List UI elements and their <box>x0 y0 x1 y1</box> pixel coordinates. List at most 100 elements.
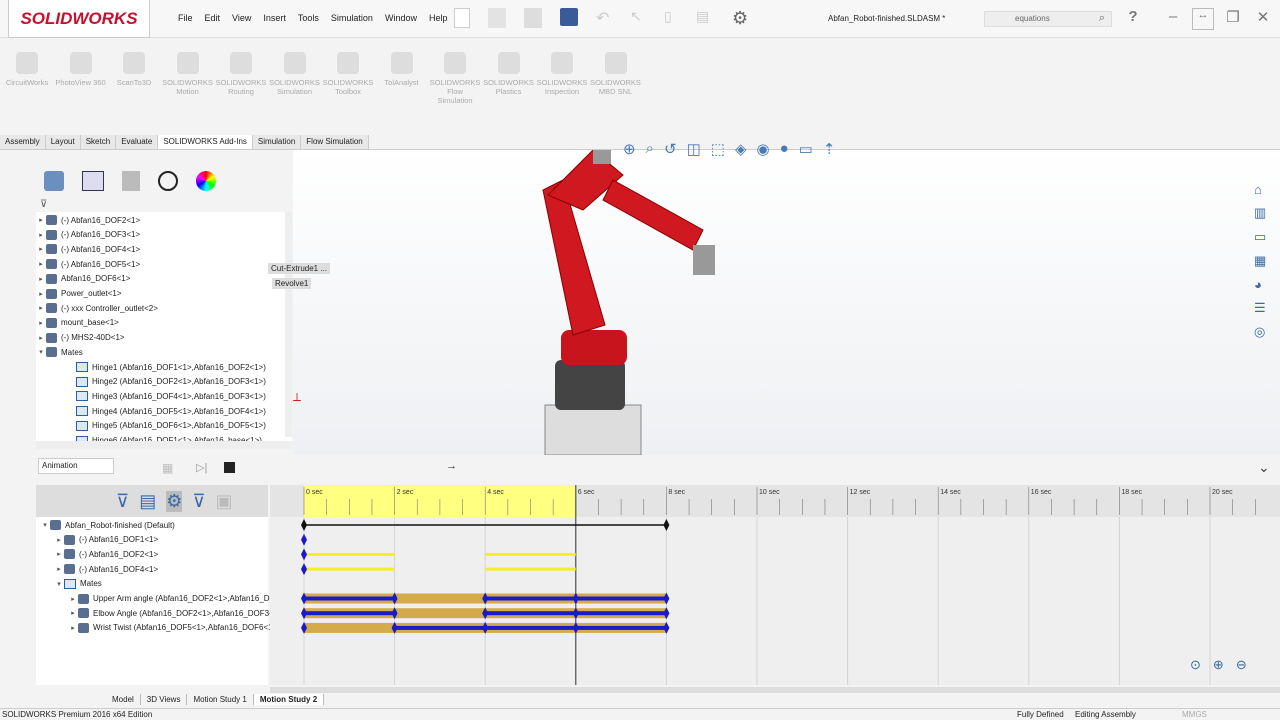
expand-arrow-icon[interactable]: ▸ <box>36 245 46 253</box>
tab-motion-study-2[interactable]: Motion Study 2 <box>253 694 325 705</box>
section-view-icon[interactable]: ◫ <box>687 140 701 158</box>
motion-tree-item[interactable]: ▾ Abfan_Robot-finished (Default) <box>40 518 175 532</box>
rebuild-icon[interactable]: ▯ <box>664 8 678 30</box>
callout-cut-extrude[interactable]: Cut-Extrude1 ... <box>268 263 331 274</box>
collapse-arrow-icon[interactable]: ▾ <box>40 521 50 529</box>
tab-motion-study-1[interactable]: Motion Study 1 <box>187 694 254 705</box>
display-manager-icon[interactable] <box>196 171 216 191</box>
zoom-in-icon[interactable]: ⊕ <box>1213 657 1224 673</box>
timeline[interactable]: 0 sec 2 sec 4 sec 6 sec 8 sec 10 sec 12 sec 14 … <box>270 485 1280 693</box>
scene-icon[interactable]: ▭ <box>799 140 813 158</box>
filter-animated-icon[interactable]: ⊽ <box>116 491 129 512</box>
callout-revolve[interactable]: Revolve1 <box>272 278 312 289</box>
addin-button[interactable]: SOLIDWORKS Simulation <box>269 52 321 96</box>
help-icon[interactable]: ? <box>1122 8 1144 30</box>
file-explorer-icon[interactable]: ▭ <box>1254 229 1276 245</box>
solidworks-logo[interactable]: SOLIDWORKS <box>8 0 150 38</box>
mate-item[interactable]: Hinge1 (Abfan16_DOF1<1>,Abfan16_DOF2<1>) <box>66 360 266 374</box>
tree-item[interactable]: ▸ mount_base<1> <box>36 316 119 330</box>
dimxpert-icon[interactable] <box>158 171 178 191</box>
addin-button[interactable]: SOLIDWORKS Inspection <box>536 52 588 96</box>
play-from-start-button[interactable]: ▷| <box>196 461 207 474</box>
menu-file[interactable]: File <box>172 13 199 23</box>
display-style-icon[interactable]: ◈ <box>735 140 747 158</box>
autokey-icon[interactable]: ▣ <box>216 491 233 512</box>
view-orientation-icon[interactable]: ⬚ <box>711 140 725 158</box>
search-icon[interactable]: ⌕ <box>1099 12 1105 25</box>
mate-item[interactable]: Hinge3 (Abfan16_DOF4<1>,Abfan16_DOF3<1>) <box>66 389 266 403</box>
expand-arrow-icon[interactable]: ▸ <box>36 304 46 312</box>
expand-arrow-icon[interactable]: ▸ <box>36 319 46 327</box>
forum-icon[interactable]: ◎ <box>1254 324 1276 340</box>
search-input[interactable]: equations ⌕ <box>984 11 1112 27</box>
configuration-manager-icon[interactable] <box>122 171 140 191</box>
tab-solidworks-add-ins[interactable]: SOLIDWORKS Add-Ins <box>158 135 253 149</box>
tab-sketch[interactable]: Sketch <box>80 135 117 149</box>
tree-item[interactable]: ▸ (-) Abfan16_DOF3<1> <box>36 228 140 242</box>
hide-show-icon[interactable]: ◉ <box>756 140 769 158</box>
tree-item[interactable]: ▸ (-) MHS2-40D<1> <box>36 331 125 345</box>
expand-arrow-icon[interactable]: ▸ <box>36 260 46 268</box>
tab-evaluate[interactable]: Evaluate <box>116 135 159 149</box>
motion-tree-item[interactable]: ▾ Mates <box>54 577 102 591</box>
options-gear-icon[interactable]: ⚙ <box>732 8 752 30</box>
playback-mode-icon[interactable]: → <box>446 460 457 472</box>
open-icon[interactable] <box>488 8 506 28</box>
zoom-out-icon[interactable]: ⊖ <box>1236 657 1247 673</box>
menu-view[interactable]: View <box>226 13 257 23</box>
menu-edit[interactable]: Edit <box>199 13 227 23</box>
filter-icon[interactable]: ⊽ <box>40 199 47 210</box>
minimize-button[interactable]: – <box>1162 8 1184 30</box>
tree-item[interactable]: ▸ Power_outlet<1> <box>36 287 122 301</box>
pin-toolbar-button[interactable]: ↔ <box>1192 8 1214 30</box>
tree-item[interactable]: ▸ Abfan16_DOF6<1> <box>36 272 130 286</box>
tab-assembly[interactable]: Assembly <box>0 135 46 149</box>
timeline-scrollbar[interactable] <box>270 687 1280 693</box>
expand-arrow-icon[interactable]: ▸ <box>54 536 64 544</box>
home-icon[interactable]: ⌂ <box>1254 182 1276 197</box>
restore-button[interactable]: ❐ <box>1222 8 1244 30</box>
expand-arrow-icon[interactable]: ▸ <box>54 550 64 558</box>
tab-flow-simulation[interactable]: Flow Simulation <box>301 135 369 149</box>
tree-scrollbar[interactable] <box>285 212 292 437</box>
expand-arrow-icon[interactable]: ▸ <box>36 275 46 283</box>
appearance-icon[interactable]: ● <box>780 140 789 158</box>
motion-tree-item[interactable]: ▸ Wrist Twist (Abfan16_DOF5<1>,Abfan16_DO… <box>68 621 280 635</box>
addin-button[interactable]: PhotoView 360 <box>55 52 107 87</box>
new-icon[interactable] <box>454 8 470 28</box>
collapse-arrow-icon[interactable]: ▾ <box>36 348 46 356</box>
view-palette-icon[interactable]: ▦ <box>1254 253 1276 269</box>
menu-simulation[interactable]: Simulation <box>325 13 379 23</box>
motion-tree-item[interactable]: ▸ (-) Abfan16_DOF1<1> <box>54 533 158 547</box>
tree-item[interactable]: ▸ (-) xxx Controller_outlet<2> <box>36 301 158 315</box>
tree-item[interactable]: ▾ Mates <box>36 345 83 359</box>
stop-button[interactable] <box>224 462 235 473</box>
units-status[interactable]: MMGS <box>1182 710 1207 719</box>
custom-properties-icon[interactable]: ☰ <box>1254 300 1276 316</box>
expand-arrow-icon[interactable]: ▸ <box>36 231 46 239</box>
menu-insert[interactable]: Insert <box>257 13 292 23</box>
filter-results-icon[interactable]: ⊽ <box>192 491 205 512</box>
expand-arrow-icon[interactable]: ▸ <box>36 216 46 224</box>
expand-arrow-icon[interactable]: ▸ <box>68 595 78 603</box>
appearances-icon[interactable]: ◕ <box>1254 277 1276 292</box>
save-icon[interactable] <box>524 8 542 28</box>
tree-horizontal-scrollbar[interactable] <box>36 441 292 449</box>
addin-button[interactable]: SOLIDWORKS MBD SNL <box>590 52 642 96</box>
study-type-select[interactable]: Animation <box>38 458 114 474</box>
file-properties-icon[interactable]: ▤ <box>696 8 714 30</box>
addin-button[interactable]: SOLIDWORKS Flow Simulation <box>429 52 481 105</box>
close-button[interactable]: ✕ <box>1252 8 1274 30</box>
feature-tree-icon[interactable] <box>44 171 64 191</box>
tree-item[interactable]: ▸ (-) Abfan16_DOF2<1> <box>36 213 140 227</box>
menu-window[interactable]: Window <box>379 13 423 23</box>
property-manager-icon[interactable] <box>82 171 104 191</box>
collapse-motion-manager-icon[interactable]: ⌄ <box>1258 459 1270 476</box>
addin-button[interactable]: SOLIDWORKS Toolbox <box>322 52 374 96</box>
previous-view-icon[interactable]: ↺ <box>664 140 677 158</box>
expand-arrow-icon[interactable]: ▸ <box>68 609 78 617</box>
tab-layout[interactable]: Layout <box>45 135 81 149</box>
filter-selected-icon[interactable]: ⚙ <box>166 491 183 512</box>
tab-3d-views[interactable]: 3D Views <box>141 694 188 705</box>
tree-item[interactable]: ▸ (-) Abfan16_DOF5<1> <box>36 257 140 271</box>
